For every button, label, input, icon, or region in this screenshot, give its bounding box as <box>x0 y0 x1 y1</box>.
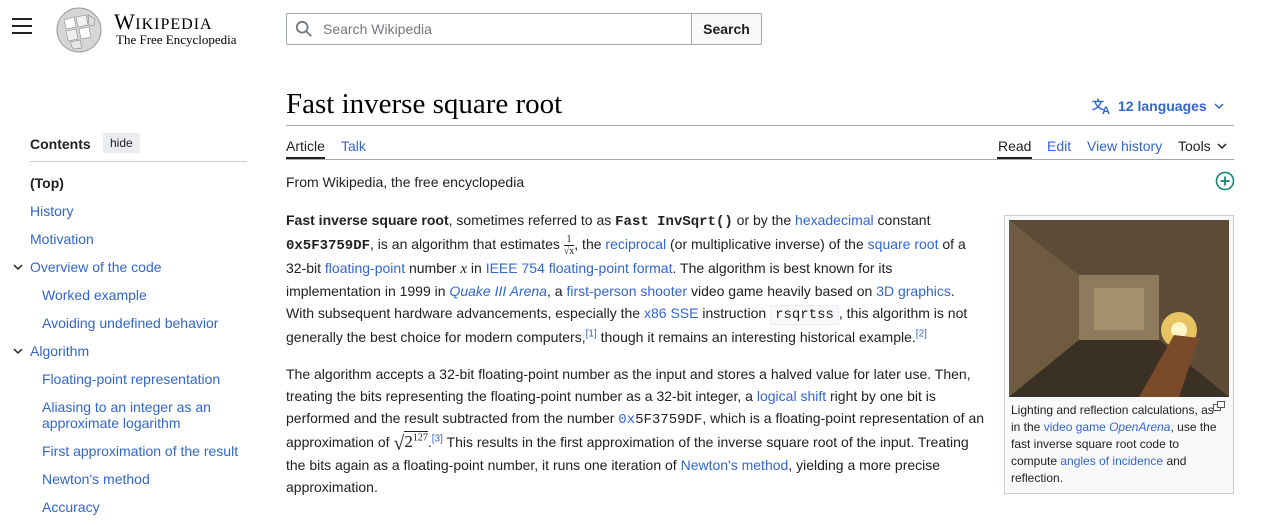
toc-divider <box>30 161 247 162</box>
link-angles-of-incidence[interactable]: angles of incidence <box>1060 454 1163 468</box>
toc-item-aliasing-to-integer[interactable]: Aliasing to an integer as an approximate… <box>42 399 242 431</box>
chevron-down-icon <box>1217 143 1227 150</box>
toc-item-history[interactable]: History <box>30 203 74 219</box>
link-hexadecimal[interactable]: hexadecimal <box>795 212 874 228</box>
chevron-down-icon[interactable] <box>12 345 24 357</box>
algorithm-paragraph: The algorithm accepts a 32-bit floating-… <box>286 366 985 496</box>
toc-item-newtons-method[interactable]: Newton's method <box>42 471 150 487</box>
language-selector-button[interactable]: 文A 12 languages <box>1092 97 1225 115</box>
toc-item-worked-example[interactable]: Worked example <box>42 287 147 303</box>
page-title: Fast inverse square root <box>286 88 563 120</box>
link-video-game[interactable]: video game <box>1044 420 1106 434</box>
toc-heading: Contents <box>30 136 91 152</box>
search-icon <box>295 20 312 37</box>
chevron-down-icon[interactable] <box>12 261 24 273</box>
link-quake-iii-arena[interactable]: Quake III Arena <box>449 283 547 299</box>
translate-icon: 文A <box>1092 97 1110 115</box>
tab-view-history[interactable]: View history <box>1087 138 1162 154</box>
link-ieee-754[interactable]: IEEE 754 floating-point format <box>486 260 673 276</box>
wikipedia-tagline: The Free Encyclopedia <box>116 32 237 47</box>
reference-1[interactable]: [1] <box>586 328 597 339</box>
search-input[interactable] <box>321 20 661 38</box>
svg-text:A: A <box>1102 105 1110 115</box>
reference-3[interactable]: [3] <box>432 433 443 444</box>
toc-item-top[interactable]: (Top) <box>30 175 64 191</box>
tab-edit[interactable]: Edit <box>1047 138 1071 154</box>
toc-item-accuracy[interactable]: Accuracy <box>42 499 100 515</box>
chevron-down-icon <box>1214 103 1224 110</box>
thumbnail-caption: Lighting and reflection calculations, as… <box>1011 403 1217 485</box>
link-newtons-method[interactable]: Newton's method <box>681 457 789 473</box>
link-first-person-shooter[interactable]: first-person shooter <box>566 283 687 299</box>
toc-item-overview-of-the-code[interactable]: Overview of the code <box>30 259 162 275</box>
math-fraction: 1 √x <box>563 233 575 257</box>
main-menu-button[interactable] <box>12 18 36 38</box>
toc-item-first-approximation[interactable]: First approximation of the result <box>42 443 238 459</box>
toc-item-algorithm[interactable]: Algorithm <box>30 343 89 359</box>
search-button[interactable]: Search <box>691 13 762 45</box>
link-3d-graphics[interactable]: 3D graphics <box>876 283 951 299</box>
link-hex-prefix[interactable]: 0x <box>618 412 635 428</box>
site-subtitle: From Wikipedia, the free encyclopedia <box>286 174 525 190</box>
tools-label: Tools <box>1178 138 1211 154</box>
hamburger-icon <box>12 18 32 20</box>
math-sqrt: √ <box>393 432 405 455</box>
toc-hide-button[interactable]: hide <box>103 133 140 153</box>
link-x86-sse[interactable]: x86 SSE <box>644 305 698 321</box>
code-rsqrtss: rsqrtss <box>770 305 839 325</box>
intro-paragraph: Fast inverse square root, sometimes refe… <box>286 212 968 345</box>
link-logical-shift[interactable]: logical shift <box>757 388 826 404</box>
toc-item-floating-point-representation[interactable]: Floating-point representation <box>42 371 220 387</box>
openarena-screenshot-image[interactable] <box>1009 220 1229 397</box>
add-icon[interactable] <box>1215 171 1235 191</box>
tab-article[interactable]: Article <box>286 138 325 154</box>
search-box[interactable] <box>286 13 692 45</box>
tools-menu-button[interactable]: Tools <box>1178 138 1228 154</box>
wikipedia-globe-logo[interactable] <box>54 5 104 55</box>
toc-item-avoiding-undefined-behavior[interactable]: Avoiding undefined behavior <box>42 315 218 331</box>
languages-label: 12 languages <box>1118 98 1207 114</box>
link-floating-point[interactable]: floating-point <box>325 260 405 276</box>
link-reciprocal[interactable]: reciprocal <box>605 236 666 252</box>
reference-2[interactable]: [2] <box>916 328 927 339</box>
tab-talk[interactable]: Talk <box>341 138 366 154</box>
link-openarena[interactable]: OpenArena <box>1109 420 1170 434</box>
tabs-divider <box>286 159 1234 160</box>
title-divider <box>286 125 1234 126</box>
toc-item-motivation[interactable]: Motivation <box>30 231 94 247</box>
link-square-root[interactable]: square root <box>868 236 939 252</box>
tab-read[interactable]: Read <box>998 138 1031 154</box>
